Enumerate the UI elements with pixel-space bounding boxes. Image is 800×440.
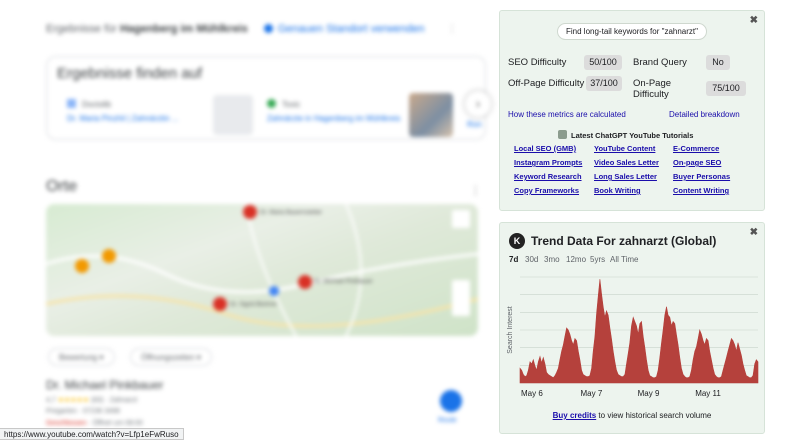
found-item[interactable]: Toxic Zahnärzte in Hagenberg im Mühlkrei… [267, 99, 400, 123]
metric-label-brand-query: Brand Query [633, 57, 687, 68]
business-address: Pregarten · 07236 3498 [46, 408, 120, 415]
found-item-link[interactable]: Dr. Maria Pinzhil | Zahnärztin ... [67, 114, 178, 123]
tutorial-link[interactable]: Copy Frameworks [514, 186, 579, 195]
metrics-calculation-link[interactable]: How these metrics are calculated [508, 110, 626, 119]
route-label: Route [438, 417, 457, 424]
business-hours-status: Geschlossen [46, 420, 87, 427]
location-prefix: Ergebnisse für [46, 23, 120, 35]
more-icon: ⋮ [446, 23, 458, 35]
filter-chip-rating[interactable]: Bewertung ▾ [48, 348, 115, 366]
map-graphic [46, 204, 478, 336]
tutorial-link[interactable]: E-Commerce [673, 144, 719, 153]
metric-value-offpage-difficulty: 37/100 [586, 76, 622, 91]
find-results-title: Ergebnisse finden auf [57, 65, 203, 82]
buy-credits-link[interactable]: Buy credits [553, 411, 597, 420]
range-tab-7d[interactable]: 7d [509, 255, 518, 264]
status-bar-url: https://www.youtube.com/watch?v=Lfp1eFwR… [0, 428, 184, 440]
site-icon [267, 99, 276, 108]
profile-thumbnail [213, 95, 253, 135]
tutorial-link[interactable]: YouTube Content [594, 144, 655, 153]
tutorial-link[interactable]: Keyword Research [514, 172, 582, 181]
metric-value-seo-difficulty: 50/100 [584, 55, 622, 70]
filter-chip-label: Bewertung [59, 353, 98, 362]
find-results-card: Ergebnisse finden auf Doctolib Dr. Maria… [46, 56, 491, 140]
found-item-link[interactable]: Zahnärzte in Hagenberg im Mühlkreis [267, 114, 400, 123]
location-dot-icon [263, 24, 273, 33]
map-place-label: Dr. Sigrid Bluhme [230, 302, 277, 308]
metric-value-onpage-difficulty: 75/100 [706, 81, 746, 96]
tutorial-link[interactable]: Long Sales Letter [594, 172, 657, 181]
range-tab-5yrs[interactable]: 5yrs [590, 255, 605, 264]
metric-value-brand-query: No [706, 55, 730, 70]
search-results-area: Ergebnisse für Hagenberg im Mühlkreis Gen… [0, 0, 495, 440]
trend-chart: Search Interest May 6 May 7 May 9 May 11 [507, 276, 759, 398]
location-name: Hagenberg im Mühlkreis [119, 23, 248, 35]
trend-data-panel: ✖ K Trend Data For zahnarzt (Global) 7d … [499, 222, 765, 434]
range-tab-30d[interactable]: 30d [525, 255, 538, 264]
next-arrow-icon[interactable]: › [465, 91, 491, 117]
business-hours: Geschlossen · Öffnet um 08:00 [46, 420, 143, 427]
doctolib-icon [67, 99, 76, 108]
close-icon[interactable]: ✖ [750, 15, 758, 26]
range-tab-12mo[interactable]: 12mo [566, 255, 586, 264]
tutorial-link[interactable]: Content Writing [673, 186, 729, 195]
map-place-label: Dr. Maria Bauernstetter [260, 210, 323, 216]
tutorial-link[interactable]: Local SEO (GMB) [514, 144, 576, 153]
chart-x-tick-label: May 11 [695, 389, 721, 398]
business-rating: 4,7 [46, 397, 56, 404]
chart-x-tick-label: May 9 [638, 389, 660, 398]
rating-stars-icon: ★★★★★ [57, 397, 90, 404]
range-tab-3mo[interactable]: 3mo [544, 255, 560, 264]
filter-chip-label: Öffnungszeiten [141, 353, 195, 362]
found-item-link[interactable]: Ron [467, 120, 482, 129]
trend-title: Trend Data For zahnarzt (Global) [531, 234, 717, 248]
filter-chip-hours[interactable]: Öffnungszeiten ▾ [130, 348, 212, 366]
location-line: Ergebnisse für Hagenberg im Mühlkreis Gen… [46, 22, 458, 35]
found-item[interactable]: Ron [467, 115, 482, 129]
metric-label-offpage-difficulty: Off-Page Difficulty [508, 78, 585, 89]
tutorial-link[interactable]: Instagram Prompts [514, 158, 582, 167]
tutorial-link[interactable]: On-page SEO [673, 158, 721, 167]
business-hours-extra: · Öffnet um 08:00 [86, 420, 143, 427]
use-precise-location-link[interactable]: Genauen Standort verwenden [278, 23, 425, 35]
more-options-icon[interactable]: ⋮ [470, 184, 481, 197]
tutorials-heading: Latest ChatGPT YouTube Tutorials [558, 130, 693, 140]
range-tab-all-time[interactable]: All Time [610, 255, 638, 264]
places-title: Orte [46, 178, 78, 195]
found-item-source: Doctolib [82, 100, 111, 109]
business-rating-line: 4,7 ★★★★★ (83) · Zahnarzt [46, 396, 137, 404]
found-item-source: Toxic [282, 100, 301, 109]
tutorials-title: Latest ChatGPT YouTube Tutorials [571, 131, 694, 140]
business-name[interactable]: Dr. Michael Pinkbauer [46, 378, 163, 392]
metric-label-onpage-difficulty: On-Page Difficulty [633, 78, 672, 100]
tutorial-link[interactable]: Book Writing [594, 186, 641, 195]
youtube-icon [558, 130, 567, 139]
chart-x-tick-label: May 7 [581, 389, 603, 398]
tutorial-link[interactable]: Buyer Personas [673, 172, 730, 181]
metric-label-seo-difficulty: SEO Difficulty [508, 57, 567, 68]
buy-credits-line: Buy credits to view historical search vo… [500, 411, 764, 420]
keyword-metrics-panel: ✖ Find long-tail keywords for "zahnarzt"… [499, 10, 765, 211]
chart-x-tick-label: May 6 [521, 389, 543, 398]
map-place-label: Dr. Michael Pinkbauer [314, 279, 373, 285]
find-longtail-button[interactable]: Find long-tail keywords for "zahnarzt" [557, 23, 707, 40]
map[interactable]: Dr. Maria Bauernstetter Dr. Michael Pink… [46, 204, 478, 336]
tutorial-link[interactable]: Video Sales Letter [594, 158, 659, 167]
route-button[interactable] [440, 390, 462, 412]
buy-credits-text: to view historical search volume [596, 411, 712, 420]
chart-y-axis-label: Search Interest [507, 306, 514, 354]
business-reviews: (83) · Zahnarzt [91, 397, 138, 404]
close-icon[interactable]: ✖ [750, 227, 758, 238]
detailed-breakdown-link[interactable]: Detailed breakdown [669, 110, 740, 119]
found-item[interactable]: Doctolib Dr. Maria Pinzhil | Zahnärztin … [67, 99, 178, 123]
keywords-everywhere-logo-icon: K [509, 233, 525, 249]
photo-thumbnail [409, 93, 453, 137]
